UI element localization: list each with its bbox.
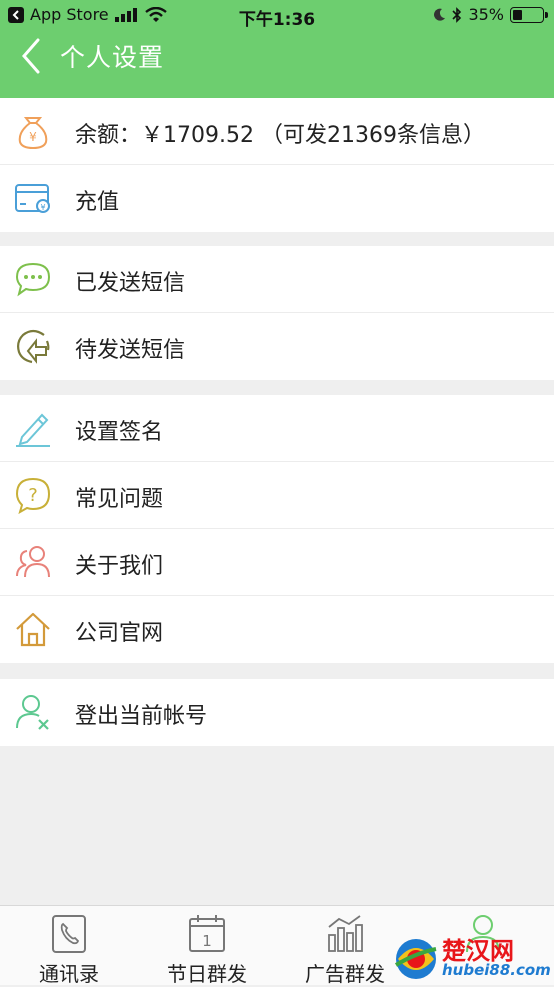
back-app-label[interactable]: App Store xyxy=(30,5,109,24)
status-left: App Store xyxy=(8,5,167,24)
chat-bubble-icon xyxy=(15,262,51,297)
about-label: 关于我们 xyxy=(75,554,164,579)
nav-bar: 个人设置 xyxy=(0,32,554,98)
balance-label: 余额：￥1709.52 （可发21369条信息） xyxy=(75,123,485,148)
pending-sms-label: 待发送短信 xyxy=(75,338,186,363)
wifi-icon xyxy=(144,6,167,22)
question-bubble-icon: ? xyxy=(15,477,51,514)
svg-text:1: 1 xyxy=(202,932,212,950)
signature-row[interactable]: 设置签名 xyxy=(0,395,554,462)
people-icon xyxy=(16,546,50,578)
tab-contacts[interactable]: 通讯录 xyxy=(0,906,138,986)
contacts-phone-icon xyxy=(52,915,86,953)
balance-group: ¥ 余额：￥1709.52 （可发21369条信息） ¥ 充值 xyxy=(0,98,554,232)
logout-row[interactable]: 登出当前帐号 xyxy=(0,679,554,746)
watermark-logo-icon xyxy=(394,938,437,979)
signal-icon xyxy=(114,7,137,22)
signature-label: 设置签名 xyxy=(75,420,164,445)
info-group: 设置签名 ? 常见问题 关于我们 公司官网 xyxy=(0,395,554,663)
battery-icon xyxy=(510,6,548,23)
status-right: 35% xyxy=(432,5,548,24)
money-bag-icon: ¥ xyxy=(18,117,48,150)
bar-chart-icon xyxy=(328,915,363,952)
back-arrow-icon[interactable] xyxy=(14,36,54,76)
sent-sms-row[interactable]: 已发送短信 xyxy=(0,246,554,313)
website-label: 公司官网 xyxy=(75,621,164,646)
status-bar: App Store 下午1:36 35% xyxy=(0,0,554,32)
balance-row[interactable]: ¥ 余额：￥1709.52 （可发21369条信息） xyxy=(0,98,554,165)
pending-sms-row[interactable]: 待发送短信 xyxy=(0,313,554,380)
tab-contacts-label: 通讯录 xyxy=(39,962,99,986)
sent-sms-label: 已发送短信 xyxy=(75,271,186,296)
moon-icon xyxy=(434,8,446,21)
svg-text:?: ? xyxy=(28,485,38,506)
recharge-row[interactable]: ¥ 充值 xyxy=(0,165,554,232)
battery-percent: 35% xyxy=(468,5,504,24)
tab-holiday-label: 节日群发 xyxy=(167,962,247,986)
home-icon xyxy=(16,612,50,647)
about-row[interactable]: 关于我们 xyxy=(0,529,554,596)
website-row[interactable]: 公司官网 xyxy=(0,596,554,663)
sms-group: 已发送短信 待发送短信 xyxy=(0,246,554,380)
pencil-icon xyxy=(16,413,50,447)
logout-user-icon xyxy=(16,695,49,730)
logout-label: 登出当前帐号 xyxy=(75,704,208,729)
recharge-label: 充值 xyxy=(75,190,120,215)
svg-text:¥: ¥ xyxy=(40,203,45,212)
header: App Store 下午1:36 35% 个人设置 xyxy=(0,0,554,98)
tab-holiday[interactable]: 1 节日群发 xyxy=(138,906,276,986)
watermark-cn: 楚汉网 xyxy=(442,937,514,965)
faq-label: 常见问题 xyxy=(75,487,164,512)
logout-group: 登出当前帐号 xyxy=(0,679,554,746)
svg-text:¥: ¥ xyxy=(29,130,37,144)
recharge-card-icon: ¥ xyxy=(15,184,50,213)
pending-send-icon xyxy=(17,329,50,364)
watermark-en: hubei88.com xyxy=(442,961,551,979)
bluetooth-icon xyxy=(452,6,462,23)
faq-row[interactable]: ? 常见问题 xyxy=(0,462,554,529)
watermark: 楚汉网 hubei88.com xyxy=(392,932,554,985)
back-to-app-icon[interactable] xyxy=(8,6,24,23)
page-title: 个人设置 xyxy=(60,43,165,72)
watermark-text: 楚汉网 hubei88.com xyxy=(442,939,551,978)
calendar-icon: 1 xyxy=(189,915,225,952)
